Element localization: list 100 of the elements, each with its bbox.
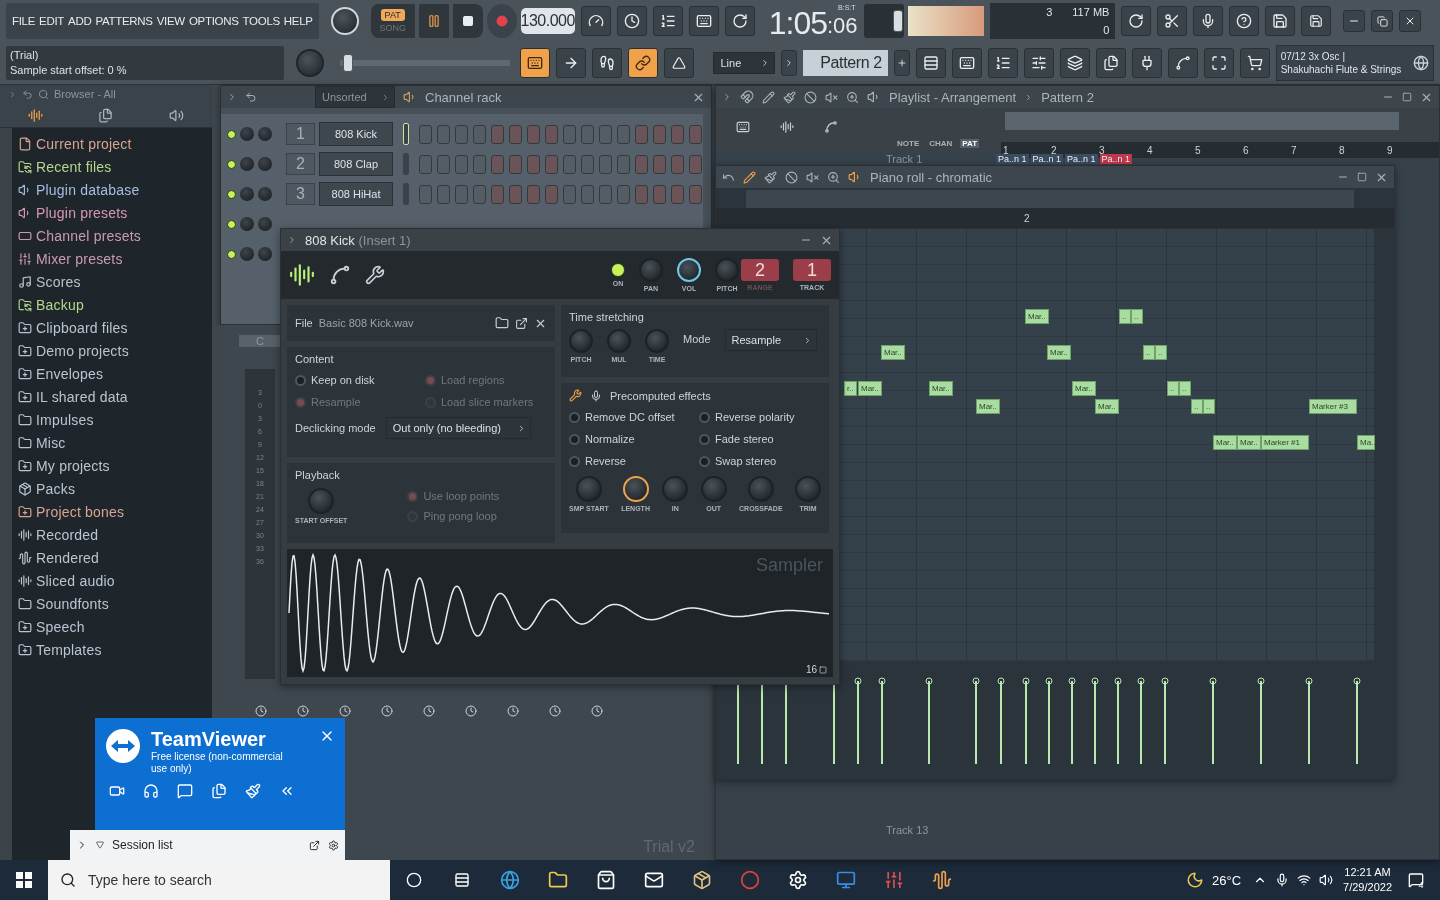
note-block[interactable]: .. xyxy=(1131,309,1143,324)
note-block[interactable]: .. xyxy=(1179,381,1191,396)
menu-item[interactable]: FILE xyxy=(10,15,38,27)
zoom-level[interactable]: 16 xyxy=(805,664,827,675)
news-text: Shakuhachi Flute & Strings xyxy=(1280,63,1403,76)
note-block[interactable]: Mar.. xyxy=(858,381,882,396)
clock-time: 12:21 AM xyxy=(1344,865,1391,880)
note-block[interactable]: Mar.. xyxy=(1047,345,1071,360)
browser-item[interactable]: Soundfonts xyxy=(12,592,212,615)
channel-button[interactable]: 808 Kick xyxy=(319,122,393,146)
pattern-clip[interactable]: Pa..n 1 xyxy=(1099,153,1133,164)
note-block[interactable]: Ma.. xyxy=(1357,435,1375,450)
mode-tab[interactable]: PAT xyxy=(960,139,980,148)
time-display: :06 xyxy=(827,13,858,40)
session-list-bar[interactable]: Session list xyxy=(70,830,345,860)
browser-item[interactable]: Demo projects xyxy=(12,339,212,362)
browser-item[interactable]: Envelopes xyxy=(12,362,212,385)
browser-item[interactable]: Project bones xyxy=(12,500,212,523)
note-block[interactable]: Mar.. xyxy=(1025,309,1049,324)
note-block[interactable]: .. xyxy=(1143,345,1155,360)
browser-item[interactable]: Impulses xyxy=(12,408,212,431)
browser-item[interactable]: Plugin presets xyxy=(12,201,212,224)
tempo-display[interactable]: 130.000 xyxy=(520,8,575,34)
menu-item[interactable]: OPTIONS xyxy=(186,15,241,27)
mode-tab[interactable]: CHAN xyxy=(927,139,955,148)
note-block[interactable]: Marker #3 xyxy=(1309,399,1357,414)
clock-display[interactable]: 12:21 AM 7/29/2022 xyxy=(1343,865,1392,895)
browser-item[interactable]: Sliced audio xyxy=(12,569,212,592)
hint-text: Sample start offset: 0 % xyxy=(10,63,128,78)
menu-item[interactable]: TOOLS xyxy=(240,15,282,27)
declicking-dropdown[interactable]: Out only (no bleeding) xyxy=(385,417,531,439)
voice-count: 3 xyxy=(1045,6,1053,18)
menu-item[interactable]: EDIT xyxy=(37,15,67,27)
browser-item[interactable]: Packs xyxy=(12,477,212,500)
note-block[interactable]: Mar.. xyxy=(881,345,905,360)
pattern-clip[interactable]: Pa..n 1 xyxy=(1065,153,1098,164)
browser-item[interactable]: Channel presets xyxy=(12,224,212,247)
channel-button[interactable]: 808 HiHat xyxy=(319,182,393,206)
browser-item[interactable]: My projects xyxy=(12,454,212,477)
menu-item[interactable]: PATTERNS xyxy=(93,15,155,27)
browser-item[interactable]: Speech xyxy=(12,615,212,638)
pat-song-toggle[interactable]: PAT SONG xyxy=(370,4,415,38)
filter-dropdown[interactable]: Unsorted xyxy=(315,86,395,108)
browser-item[interactable]: Mixer presets xyxy=(12,247,212,270)
note-block[interactable]: Marker #1 xyxy=(1261,435,1309,450)
note-block[interactable]: Mar.. xyxy=(1095,399,1119,414)
news-panel[interactable]: 07/12 3x Osc | Shakuhachi Flute & Strings xyxy=(1275,45,1434,81)
note-block[interactable]: r.. xyxy=(844,381,857,396)
mode-tab[interactable]: NOTE xyxy=(895,139,922,148)
note-block[interactable]: .. xyxy=(1167,381,1179,396)
browser-item[interactable]: IL shared data xyxy=(12,385,212,408)
section-title: Precomputed effects xyxy=(610,389,711,402)
browser-item[interactable]: Rendered xyxy=(12,546,212,569)
mode-dropdown[interactable]: Resample xyxy=(724,329,817,351)
radio-option[interactable]: Swap stereo xyxy=(699,452,821,470)
window-title: Channel rack xyxy=(425,89,502,105)
menu-item[interactable]: HELP xyxy=(281,15,315,27)
browser-item[interactable]: Plugin database xyxy=(12,178,212,201)
note-block[interactable]: .. xyxy=(1155,345,1167,360)
note-block[interactable]: .. xyxy=(1119,309,1131,324)
note-block[interactable]: .. xyxy=(1203,399,1215,414)
note-block[interactable]: Mar.. xyxy=(1237,435,1261,450)
radio-option[interactable]: Fade stereo xyxy=(699,430,821,448)
browser-item[interactable]: Clipboard files xyxy=(12,316,212,339)
browser-item[interactable]: Backup xyxy=(12,293,212,316)
polyphony-count: 0 xyxy=(1102,24,1110,36)
browser-item[interactable]: Current project xyxy=(12,132,212,155)
browser-item[interactable]: Misc xyxy=(12,431,212,454)
bar-number: 2 xyxy=(1023,212,1031,224)
note-block[interactable]: Mar.. xyxy=(1213,435,1237,450)
menu-item[interactable]: ADD xyxy=(66,15,94,27)
radio-option[interactable]: Reverse xyxy=(569,452,691,470)
time-display: 1:05 xyxy=(768,6,827,40)
note-block[interactable]: Mar.. xyxy=(1072,381,1096,396)
range-value[interactable]: 2 xyxy=(741,259,779,281)
channel-button[interactable]: 808 Clap xyxy=(319,152,393,176)
radio-option[interactable]: Remove DC offset xyxy=(569,408,691,426)
snap-dropdown[interactable]: Line xyxy=(713,52,776,74)
note-block[interactable]: Mar.. xyxy=(929,381,953,396)
track-name[interactable]: Track 13 xyxy=(886,824,929,836)
pattern-clip[interactable]: Pa..n 1 xyxy=(996,153,1029,164)
browser-item[interactable]: Recorded xyxy=(12,523,212,546)
note-block[interactable]: Mar.. xyxy=(976,399,1000,414)
track-number[interactable]: 1 xyxy=(793,259,831,281)
search-field[interactable]: Type here to search xyxy=(86,871,366,889)
radio-option[interactable]: Reverse polarity xyxy=(699,408,821,426)
radio-option[interactable]: Keep on disk xyxy=(295,371,417,389)
menu-item[interactable]: VIEW xyxy=(154,15,187,27)
bar-number: 4 xyxy=(1146,144,1154,156)
pattern-title: Pattern 2 xyxy=(1041,89,1094,105)
bar-number: 9 xyxy=(1386,144,1394,156)
pattern-selector[interactable]: Pattern 2 xyxy=(803,50,888,76)
browser-item[interactable]: Scores xyxy=(12,270,212,293)
note-block[interactable]: .. xyxy=(1191,399,1203,414)
search-bar[interactable]: Type here to search xyxy=(48,860,390,900)
pattern-clip[interactable]: Pa..n 1 xyxy=(1030,153,1064,164)
hint-title: (Trial) xyxy=(10,48,40,63)
radio-option[interactable]: Normalize xyxy=(569,430,691,448)
browser-item[interactable]: Recent files xyxy=(12,155,212,178)
browser-item[interactable]: Templates xyxy=(12,638,212,661)
